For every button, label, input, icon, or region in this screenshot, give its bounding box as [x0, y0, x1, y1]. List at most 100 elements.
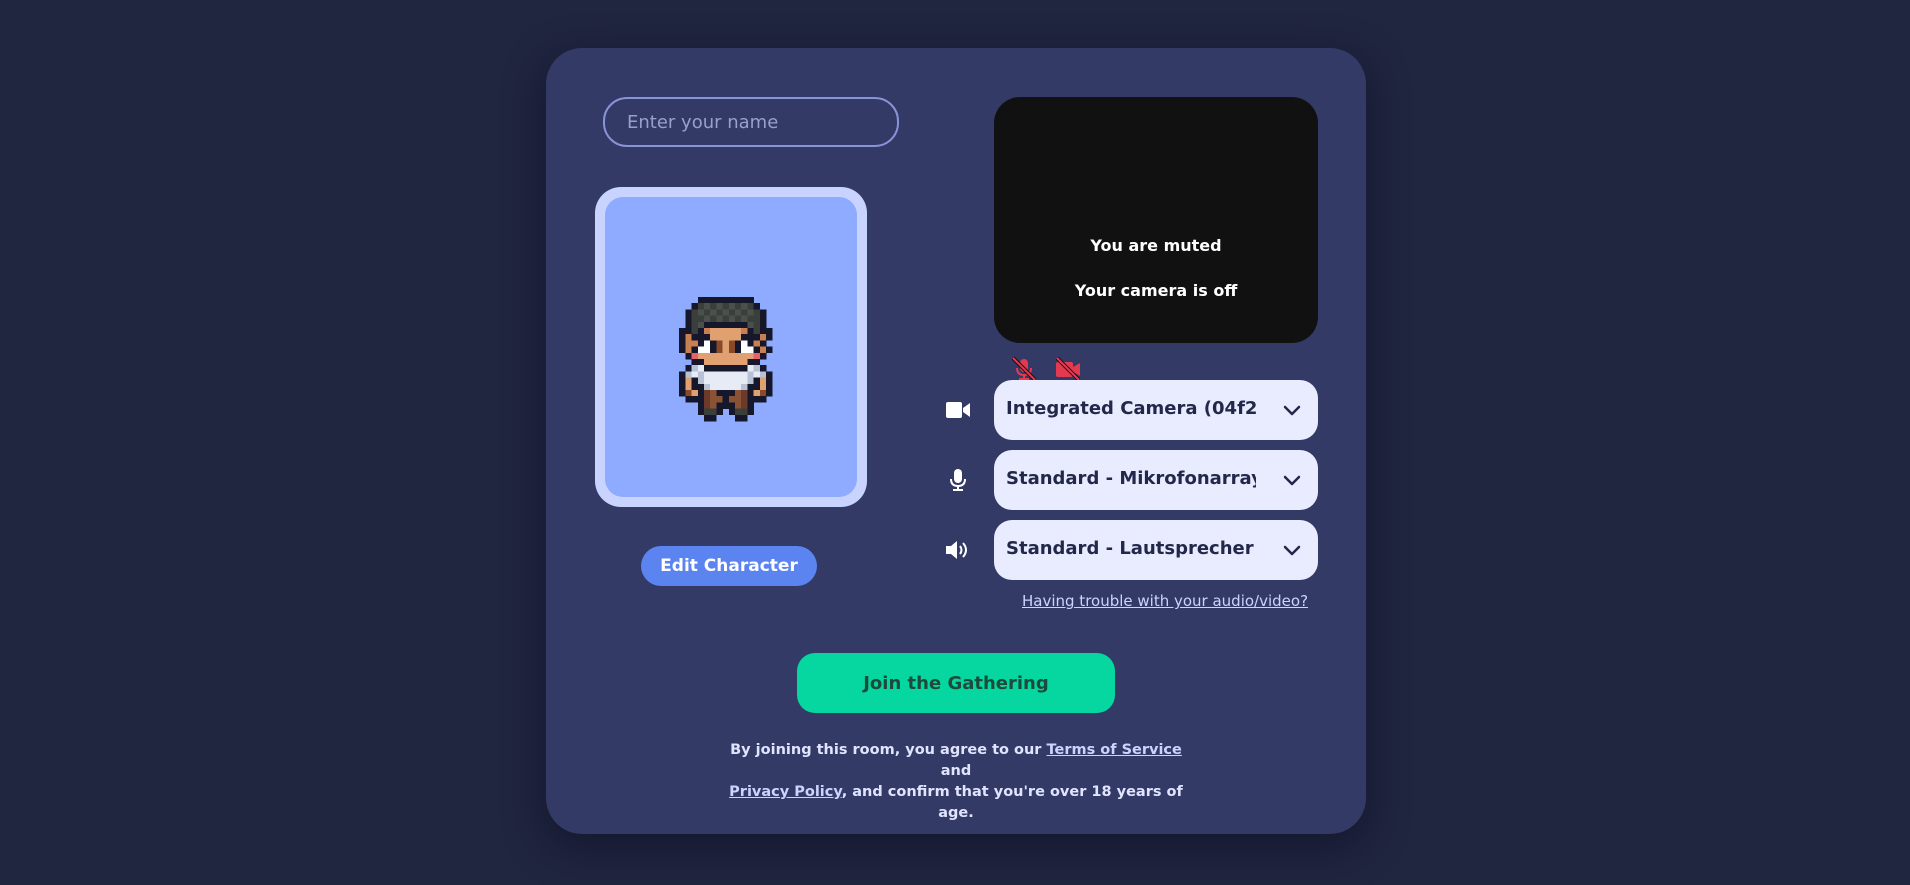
sprite-pixel: [704, 402, 711, 409]
sprite-pixel: [747, 321, 754, 329]
sprite-pixel: [697, 309, 705, 316]
sprite-pixel: [722, 371, 730, 378]
sprite-pixel: [679, 328, 686, 335]
sprite-pixel: [704, 352, 711, 360]
sprite-pixel: [716, 328, 723, 335]
avatar-preview-frame: [595, 187, 867, 507]
sprite-pixel: [704, 377, 711, 385]
sprite-pixel: [741, 297, 748, 304]
sprite-pixel: [716, 383, 723, 391]
sprite-pixel: [685, 396, 692, 403]
sprite-pixel: [710, 340, 717, 347]
sprite-pixel: [753, 334, 761, 341]
speaker-device-row: Standard - Lautsprecher (R...: [944, 520, 1318, 580]
name-input[interactable]: [603, 97, 899, 147]
sprite-pixel: [716, 346, 723, 354]
sprite-pixel: [747, 402, 754, 409]
terms-of-service-link[interactable]: Terms of Service: [1047, 742, 1182, 758]
sprite-pixel: [741, 414, 748, 422]
sprite-pixel: [741, 334, 748, 341]
sprite-pixel: [697, 377, 705, 385]
microphone-select[interactable]: Standard - Mikrofonarray (...: [994, 450, 1318, 510]
sprite-pixel: [697, 303, 705, 310]
sprite-pixel: [716, 340, 723, 347]
sprite-pixel: [722, 352, 730, 360]
sprite-pixel: [747, 408, 754, 416]
sprite-pixel: [716, 297, 723, 304]
sprite-pixel: [710, 402, 717, 409]
sprite-pixel: [735, 352, 742, 360]
sprite-pixel: [716, 309, 723, 316]
sprite-pixel: [704, 297, 711, 304]
character-sprite: [679, 297, 773, 422]
mic-off-icon[interactable]: [1010, 355, 1038, 383]
sprite-pixel: [685, 334, 692, 341]
sprite-pixel: [722, 396, 730, 403]
sprite-pixel: [753, 315, 761, 323]
sprite-pixel: [691, 334, 699, 341]
join-card: Edit Character You are muted Your camera…: [546, 48, 1366, 834]
sprite-pixel: [704, 408, 711, 416]
sprite-pixel: [685, 315, 692, 323]
sprite-pixel: [697, 352, 705, 360]
sprite-pixel: [735, 340, 742, 347]
sprite-pixel: [691, 321, 699, 329]
sprite-pixel: [753, 321, 761, 329]
sprite-pixel: [741, 377, 748, 385]
microphone-device-row: Standard - Mikrofonarray (...: [944, 450, 1318, 510]
sprite-pixel: [716, 396, 723, 403]
sprite-pixel: [753, 328, 761, 335]
speaker-select[interactable]: Standard - Lautsprecher (R...: [994, 520, 1318, 580]
sprite-pixel: [735, 346, 742, 354]
sprite-pixel: [728, 315, 736, 323]
sprite-pixel: [710, 328, 717, 335]
sprite-pixel: [722, 402, 730, 409]
sprite-pixel: [747, 328, 754, 335]
sprite-pixel: [691, 352, 699, 360]
sprite-pixel: [753, 352, 761, 360]
sprite-pixel: [735, 365, 742, 372]
sprite-pixel: [679, 334, 686, 341]
camera-select[interactable]: Integrated Camera (04f2:b...: [994, 380, 1318, 440]
sprite-pixel: [722, 340, 730, 347]
sprite-pixel: [697, 340, 705, 347]
av-trouble-link[interactable]: Having trouble with your audio/video?: [1022, 592, 1308, 610]
sprite-pixel: [759, 309, 767, 316]
sprite-pixel: [716, 377, 723, 385]
sprite-pixel: [741, 359, 748, 366]
camera-off-icon[interactable]: [1054, 355, 1082, 383]
sprite-pixel: [759, 371, 767, 378]
sprite-pixel: [753, 303, 761, 310]
sprite-pixel: [735, 390, 742, 397]
sprite-pixel: [679, 346, 686, 354]
sprite-pixel: [710, 359, 717, 366]
sprite-pixel: [735, 414, 742, 422]
sprite-pixel: [741, 328, 748, 335]
sprite-pixel: [722, 303, 730, 310]
sprite-pixel: [716, 321, 723, 329]
sprite-pixel: [691, 396, 699, 403]
privacy-policy-link[interactable]: Privacy Policy: [729, 784, 842, 800]
join-button[interactable]: Join the Gathering: [797, 653, 1115, 713]
sprite-pixel: [735, 402, 742, 409]
edit-character-button[interactable]: Edit Character: [641, 546, 817, 586]
sprite-pixel: [747, 377, 754, 385]
sprite-pixel: [735, 359, 742, 366]
sprite-pixel: [741, 396, 748, 403]
sprite-pixel: [704, 309, 711, 316]
sprite-pixel: [741, 371, 748, 378]
sprite-pixel: [710, 414, 717, 422]
sprite-pixel: [766, 383, 773, 391]
sprite-pixel: [741, 383, 748, 391]
sprite-pixel: [691, 303, 699, 310]
sprite-pixel: [704, 371, 711, 378]
sprite-pixel: [722, 309, 730, 316]
sprite-pixel: [716, 402, 723, 409]
sprite-pixel: [735, 408, 742, 416]
sprite-pixel: [741, 346, 748, 354]
legal-text: and: [940, 763, 972, 779]
sprite-pixel: [722, 328, 730, 335]
sprite-pixel: [716, 315, 723, 323]
sprite-pixel: [728, 359, 736, 366]
sprite-pixel: [710, 297, 717, 304]
